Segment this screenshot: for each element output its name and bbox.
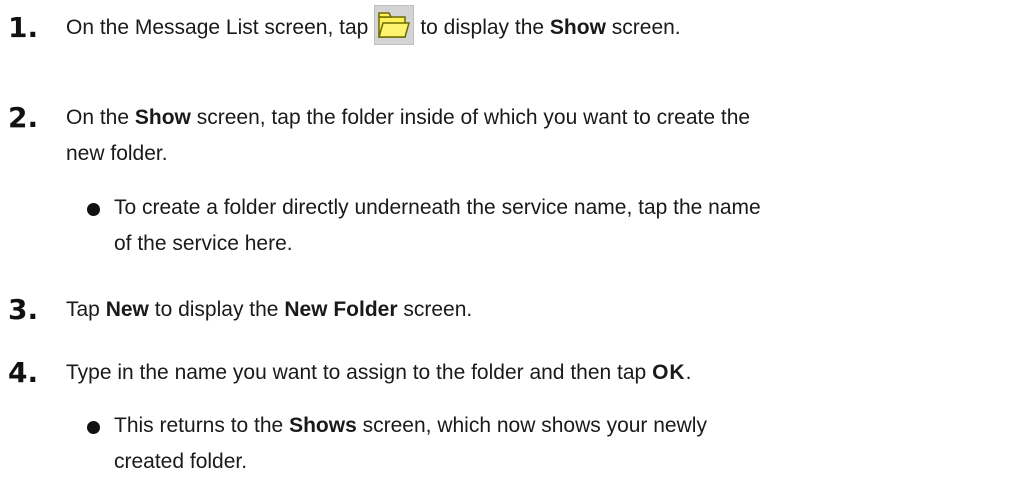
step-text-bold: New Folder: [284, 298, 398, 321]
bullet-text-bold: Shows: [289, 414, 357, 437]
step-number: 4.: [8, 356, 39, 389]
instruction-document: 1. On the Message List screen, tap to di…: [0, 0, 1024, 484]
bullet-icon: [87, 421, 100, 434]
bullet-text-segment: This returns to the: [114, 414, 284, 437]
step-text-line-2: new folder.: [66, 134, 168, 174]
step-text-bold: Show: [549, 16, 606, 39]
step-text: Tap New to display the New Folder screen…: [66, 290, 472, 330]
step-text-segment: screen.: [403, 298, 473, 321]
step-text-segment: On the: [66, 106, 130, 129]
step-number: 1.: [8, 11, 39, 44]
step-number: 3.: [8, 293, 39, 326]
bullet-text-line-1: This returns to the Shows screen, which …: [114, 406, 707, 446]
bullet-icon: [87, 203, 100, 216]
step-number: 2.: [8, 101, 39, 134]
bullet-text-line-2: created folder.: [114, 450, 248, 473]
step-text-bold: OK: [652, 361, 686, 384]
step-text-segment: new folder.: [66, 142, 168, 165]
bullet-item: This returns to the Shows screen, which …: [87, 406, 707, 482]
bullet-item: To create a folder directly underneath t…: [87, 188, 761, 264]
step-text-line-1: On the Show screen, tap the folder insid…: [66, 98, 750, 138]
bullet-text-line-2: of the service here.: [114, 232, 293, 255]
bullet-text-segment: screen, which now shows your newly: [362, 414, 707, 437]
step-text-bold: New: [105, 298, 149, 321]
step-text-segment: .: [685, 361, 692, 384]
step-text-bold: Show: [134, 106, 191, 129]
folder-icon: [374, 5, 415, 46]
step-text-segment: screen, tap the folder inside of which y…: [196, 106, 751, 129]
step-text-segment: On the Message List screen, tap: [66, 16, 369, 39]
step-text-segment: screen.: [611, 16, 681, 39]
step-text-segment: to display the: [154, 298, 279, 321]
bullet-text-line-1: To create a folder directly underneath t…: [114, 196, 761, 219]
step-text-segment: Type in the name you want to assign to t…: [66, 361, 647, 384]
step-text-segment: to display the: [420, 16, 545, 39]
step-text: Type in the name you want to assign to t…: [66, 353, 691, 393]
step-text-segment: Tap: [66, 298, 100, 321]
folder-icon-graphic: [378, 12, 411, 39]
step-text: On the Message List screen, tap to displ…: [66, 5, 681, 48]
